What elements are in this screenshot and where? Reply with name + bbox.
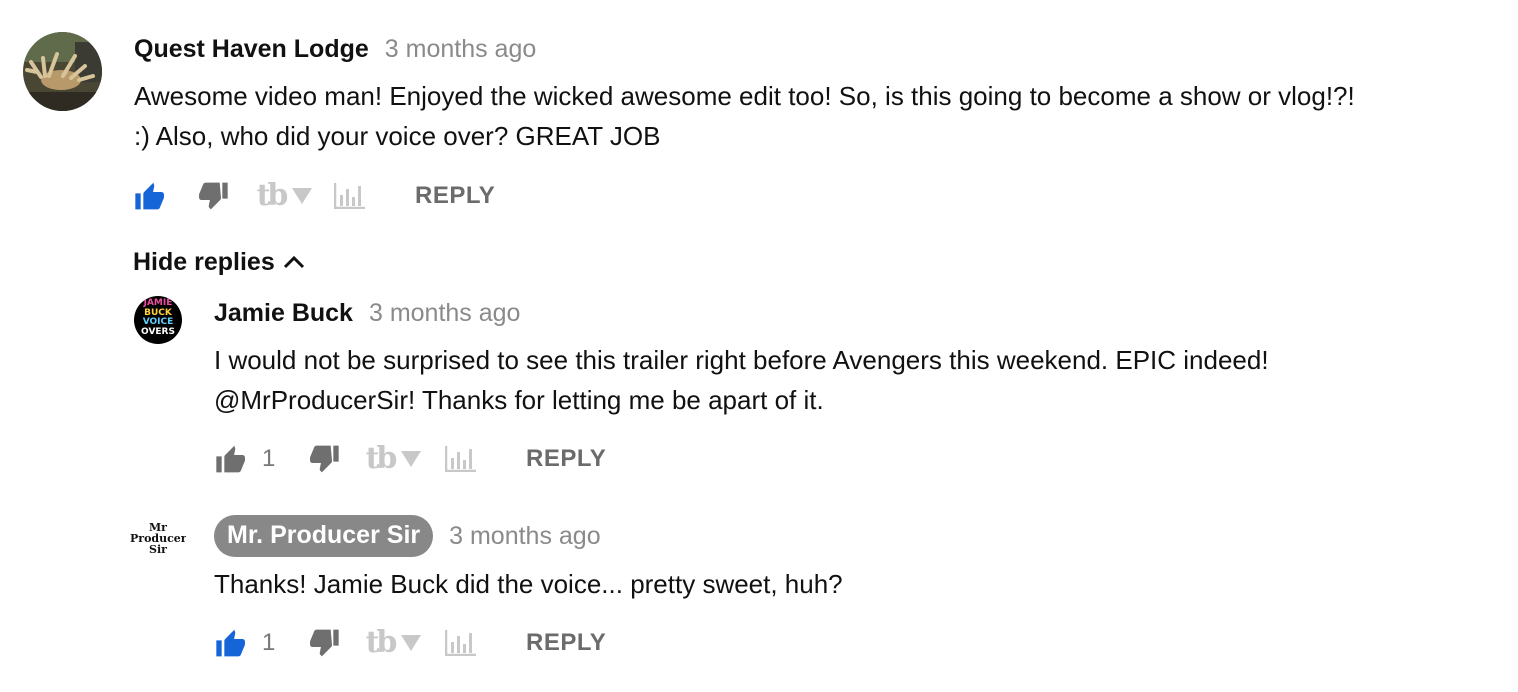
comment-timestamp[interactable]: 3 months ago — [385, 35, 537, 64]
dislike-button[interactable] — [195, 176, 231, 216]
like-count: 1 — [262, 445, 276, 472]
tube-buddy-dropdown[interactable] — [400, 439, 422, 479]
reply-author[interactable]: Jamie Buck — [214, 299, 353, 328]
tube-buddy-button[interactable]: tb — [253, 176, 289, 216]
chevron-up-icon — [283, 255, 304, 269]
hide-replies-label: Hide replies — [133, 247, 275, 276]
analytics-icon — [334, 183, 365, 209]
avatar-mr-producer-sir[interactable]: Mr Producer Sir — [130, 518, 186, 558]
tube-buddy-dropdown[interactable] — [400, 623, 422, 663]
reply-button[interactable]: REPLY — [526, 623, 606, 663]
dropdown-arrow-icon — [292, 188, 312, 204]
avatar-logo-text: Sir — [149, 543, 167, 556]
reply-text: Thanks! Jamie Buck did the voice... pret… — [214, 564, 843, 604]
analytics-button[interactable] — [444, 623, 478, 663]
comment-text: Awesome video man! Enjoyed the wicked aw… — [134, 76, 1355, 156]
comment-text-line: Awesome video man! Enjoyed the wicked aw… — [134, 81, 1355, 111]
reply-timestamp[interactable]: 3 months ago — [369, 299, 521, 328]
reply-action-bar: 1 tb REPLY — [214, 439, 614, 479]
thumbs-down-icon — [310, 629, 339, 657]
tube-buddy-button[interactable]: tb — [362, 623, 398, 663]
like-button[interactable] — [214, 439, 248, 479]
thumbs-up-icon — [135, 182, 164, 210]
reply-text-line: @MrProducerSir! Thanks for letting me be… — [214, 385, 824, 415]
reply-action-bar: 1 tb REPLY — [214, 623, 614, 663]
dislike-button[interactable] — [306, 439, 342, 479]
comment-header: Quest Haven Lodge 3 months ago — [134, 31, 536, 67]
thumbs-up-icon — [216, 445, 245, 473]
channel-owner-badge[interactable]: Mr. Producer Sir — [214, 515, 434, 557]
comment-author[interactable]: Quest Haven Lodge — [134, 35, 369, 64]
reply-button[interactable]: REPLY — [415, 176, 495, 216]
tube-buddy-dropdown[interactable] — [291, 176, 313, 216]
avatar-jamie-buck[interactable]: JAMIE BUCK VOICE OVERS — [134, 296, 182, 344]
analytics-icon — [445, 630, 476, 656]
analytics-icon — [445, 446, 476, 472]
dropdown-arrow-icon — [401, 451, 421, 467]
reply-text-line: Thanks! Jamie Buck did the voice... pret… — [214, 569, 843, 599]
tube-buddy-icon: tb — [365, 625, 398, 660]
analytics-button[interactable] — [333, 176, 367, 216]
tube-buddy-icon: tb — [365, 441, 398, 476]
analytics-button[interactable] — [444, 439, 478, 479]
reply-text: I would not be surprised to see this tra… — [214, 340, 1269, 420]
thumbs-up-icon — [216, 629, 245, 657]
dropdown-arrow-icon — [401, 635, 421, 651]
tube-buddy-icon: tb — [256, 178, 289, 213]
reply-text-line: I would not be surprised to see this tra… — [214, 345, 1269, 375]
avatar-logo-text: OVERS — [141, 326, 175, 337]
reply-timestamp[interactable]: 3 months ago — [449, 522, 601, 551]
like-count: 1 — [262, 629, 276, 656]
dislike-button[interactable] — [306, 623, 342, 663]
comment-text-line: :) Also, who did your voice over? GREAT … — [134, 121, 661, 151]
avatar-quest-haven-lodge[interactable] — [23, 32, 102, 111]
thumbs-down-icon — [199, 182, 228, 210]
tube-buddy-button[interactable]: tb — [362, 439, 398, 479]
thumbs-down-icon — [310, 445, 339, 473]
hide-replies-toggle[interactable]: Hide replies — [133, 244, 305, 280]
like-button[interactable] — [214, 623, 248, 663]
comment-action-bar: tb REPLY — [133, 176, 533, 216]
reply-header: Mr. Producer Sir 3 months ago — [214, 515, 601, 557]
reply-button[interactable]: REPLY — [526, 439, 606, 479]
like-button[interactable] — [133, 176, 167, 216]
antlers-photo-icon — [23, 32, 102, 111]
reply-header: Jamie Buck 3 months ago — [214, 295, 520, 331]
